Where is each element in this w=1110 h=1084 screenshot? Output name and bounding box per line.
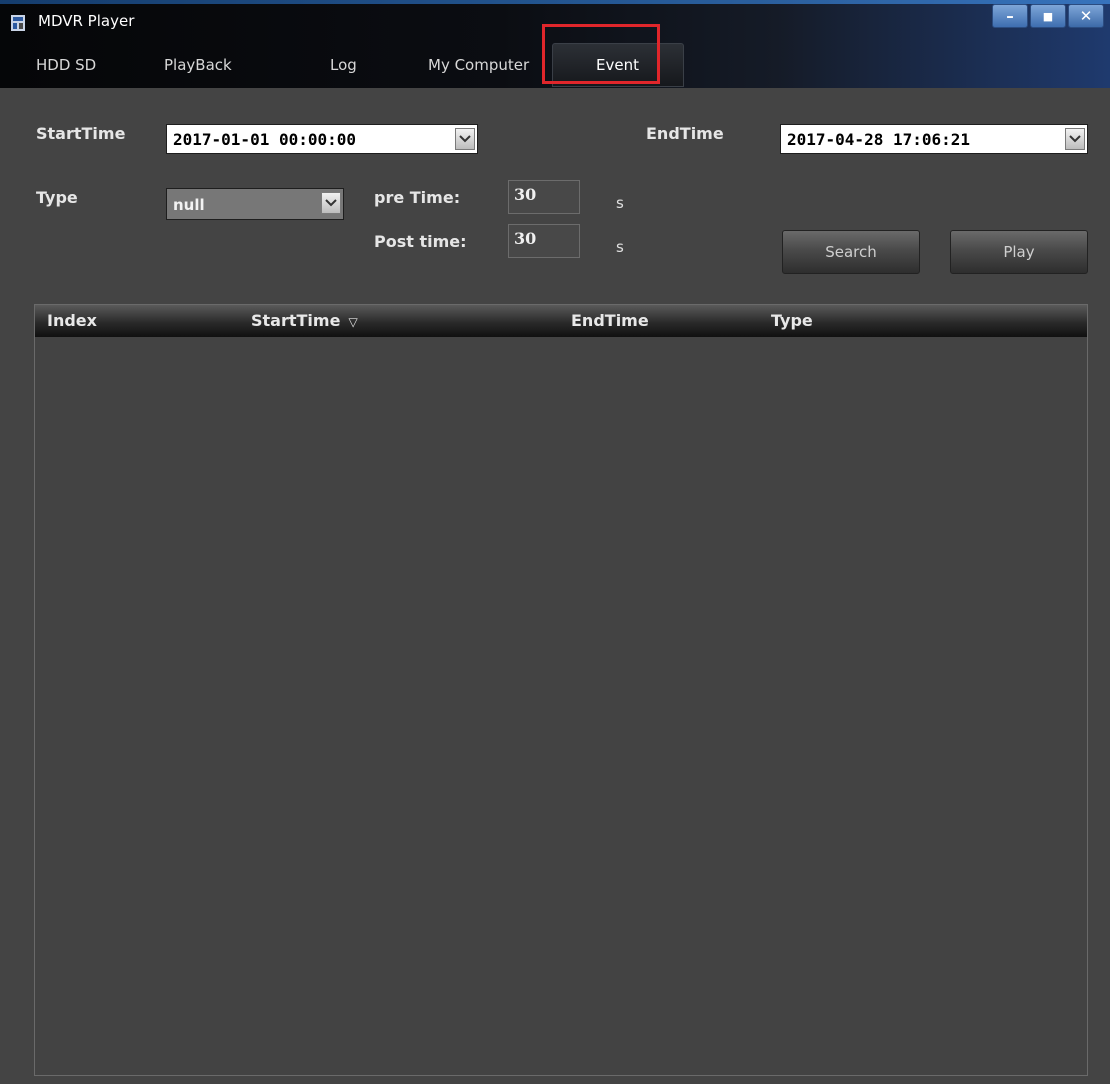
close-icon: ✕ [1079, 7, 1093, 25]
post-time-value: 30 [514, 229, 537, 248]
column-header-starttime-label: StartTime [251, 311, 341, 330]
post-time-label: Post time: [374, 232, 467, 251]
tab-playback[interactable]: PlayBack [164, 56, 232, 74]
mdvr-player-window: MDVR Player – ■ ✕ HDD SD PlayBack Log My… [0, 0, 1110, 1084]
tab-log[interactable]: Log [330, 56, 357, 74]
chevron-down-icon[interactable] [455, 128, 475, 150]
app-icon [11, 15, 25, 31]
end-time-label: EndTime [646, 124, 724, 143]
event-tab-highlight [542, 24, 660, 84]
pre-time-value: 30 [514, 185, 537, 204]
start-time-picker[interactable]: 2017-01-01 00:00:00 [166, 124, 478, 154]
type-select[interactable]: null [166, 188, 344, 220]
column-header-index[interactable]: Index [47, 311, 97, 330]
title-bar: MDVR Player – ■ ✕ HDD SD PlayBack Log My… [0, 0, 1110, 88]
window-controls: – ■ ✕ [992, 4, 1104, 28]
search-button[interactable]: Search [782, 230, 920, 274]
pre-time-label: pre Time: [374, 188, 461, 207]
type-value: null [173, 196, 205, 214]
pre-time-unit: s [616, 194, 624, 212]
event-table: Index StartTime ▽ EndTime Type [34, 304, 1088, 1076]
column-header-type[interactable]: Type [771, 311, 813, 330]
chevron-down-icon[interactable] [1065, 128, 1085, 150]
start-time-value: 2017-01-01 00:00:00 [173, 130, 357, 149]
minimize-icon: – [1006, 7, 1014, 25]
play-button[interactable]: Play [950, 230, 1088, 274]
maximize-icon: ■ [1042, 9, 1054, 23]
table-body [35, 337, 1087, 1075]
minimize-button[interactable]: – [992, 4, 1028, 28]
tab-hdd-sd[interactable]: HDD SD [36, 56, 96, 74]
table-header: Index StartTime ▽ EndTime Type [35, 305, 1087, 337]
end-time-value: 2017-04-28 17:06:21 [787, 130, 971, 149]
start-time-label: StartTime [36, 124, 126, 143]
type-label: Type [36, 188, 78, 207]
post-time-unit: s [616, 238, 624, 256]
tab-my-computer[interactable]: My Computer [428, 56, 529, 74]
end-time-picker[interactable]: 2017-04-28 17:06:21 [780, 124, 1088, 154]
maximize-button[interactable]: ■ [1030, 4, 1066, 28]
app-title: MDVR Player [38, 12, 135, 30]
sort-descending-icon: ▽ [348, 315, 358, 329]
chevron-down-icon[interactable] [321, 192, 341, 214]
post-time-input[interactable]: 30 [508, 224, 580, 258]
column-header-endtime[interactable]: EndTime [571, 311, 649, 330]
close-button[interactable]: ✕ [1068, 4, 1104, 28]
column-header-starttime[interactable]: StartTime ▽ [251, 311, 358, 330]
pre-time-input[interactable]: 30 [508, 180, 580, 214]
